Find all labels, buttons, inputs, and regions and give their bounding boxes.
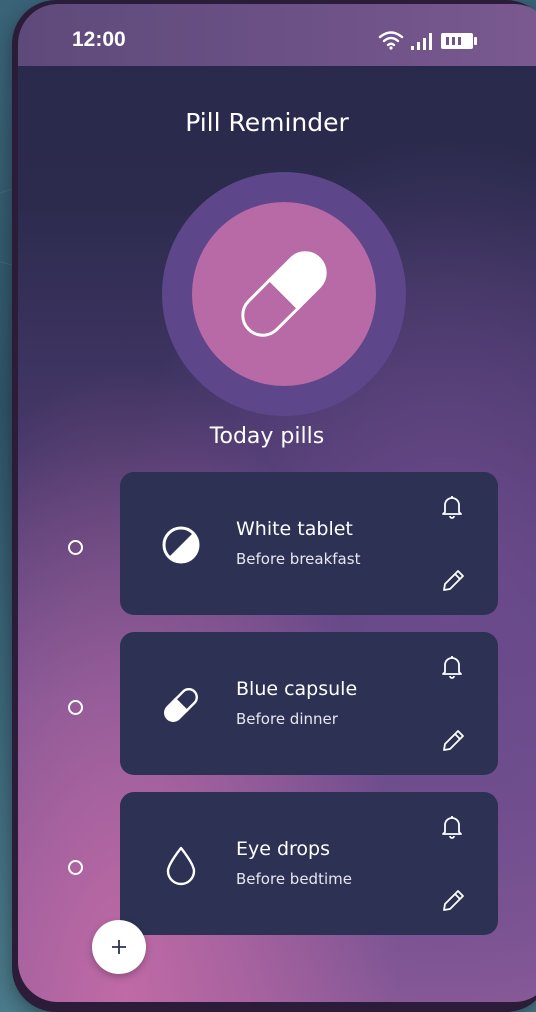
bell-icon[interactable] <box>440 814 464 840</box>
med-card[interactable]: Eye drops Before bedtime <box>120 792 498 935</box>
med-name: Blue capsule <box>236 678 358 700</box>
section-title: Today pills <box>209 424 325 449</box>
med-card[interactable]: Blue capsule Before dinner <box>120 632 498 775</box>
status-bar: 12:00 <box>18 4 536 66</box>
med-schedule: Before bedtime <box>236 870 352 888</box>
med-schedule: Before dinner <box>236 710 338 728</box>
wifi-icon <box>378 30 404 54</box>
app-screen: 12:00 Pill Reminder Today pills White ta… <box>18 4 536 1002</box>
hero-badge <box>192 202 376 386</box>
med-name: White tablet <box>236 518 353 540</box>
taken-checkbox-2[interactable] <box>68 700 83 715</box>
pencil-icon[interactable] <box>440 888 466 914</box>
capsule-icon <box>156 680 206 730</box>
add-pill-button[interactable] <box>92 920 146 974</box>
taken-checkbox-3[interactable] <box>68 860 83 875</box>
bell-icon[interactable] <box>440 494 464 520</box>
taken-checkbox-1[interactable] <box>68 540 83 555</box>
status-icons <box>378 30 478 54</box>
bell-icon[interactable] <box>440 654 464 680</box>
battery-icon <box>440 32 478 54</box>
drop-icon <box>156 840 206 890</box>
signal-icon <box>410 32 434 54</box>
page-title: Pill Reminder <box>185 108 349 137</box>
med-name: Eye drops <box>236 838 331 860</box>
pencil-icon[interactable] <box>440 568 466 594</box>
med-schedule: Before breakfast <box>236 550 361 568</box>
status-time: 12:00 <box>72 28 126 51</box>
tablet-icon <box>156 520 206 570</box>
med-card[interactable]: White tablet Before breakfast <box>120 472 498 615</box>
pencil-icon[interactable] <box>440 728 466 754</box>
